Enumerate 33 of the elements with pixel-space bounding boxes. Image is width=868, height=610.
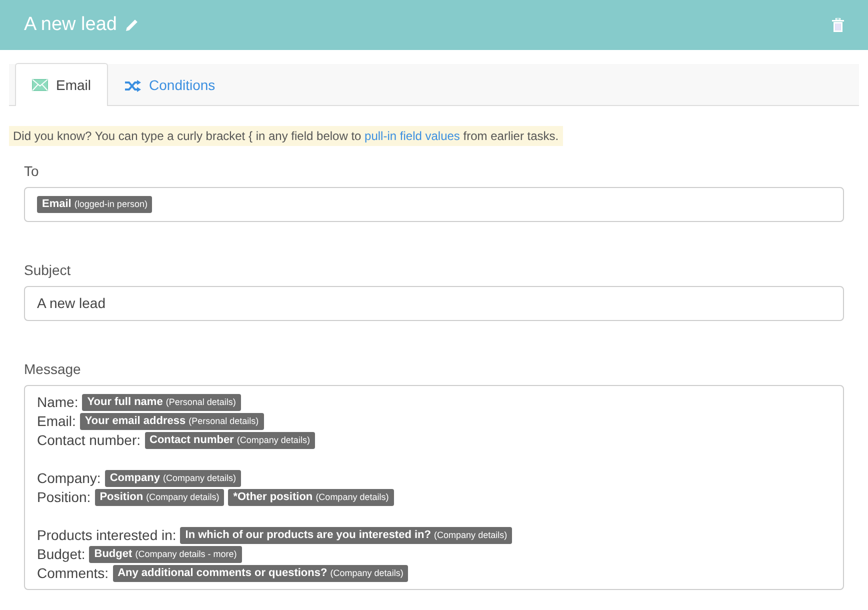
field-label: Subject (24, 261, 72, 280)
field-token[interactable]: Your full name (Personal details) (82, 394, 241, 411)
tab[interactable]: Email (15, 63, 108, 106)
line-label: Position: (37, 488, 91, 507)
field-token[interactable]: Company (Company details) (104, 470, 242, 487)
line-label: Name: (37, 393, 78, 412)
tab[interactable]: Conditions (108, 64, 232, 106)
line-label: Products interested in: (37, 526, 176, 545)
field-token[interactable]: In which of our products are you interested in? (Company details) (180, 527, 512, 544)
delete-icon[interactable] (832, 18, 844, 32)
field-label: To (24, 162, 40, 181)
page-title: A new lead (24, 12, 117, 37)
field-values-link[interactable]: pull-in field values (364, 129, 460, 143)
subject-field[interactable]: A new lead (24, 286, 844, 321)
line-label: Budget: (37, 545, 86, 564)
to-field[interactable]: Email (logged-in person) (24, 187, 844, 222)
line-label: Email: (37, 412, 76, 431)
field-token[interactable]: Any additional comments or questions? (Company details) (112, 565, 408, 582)
line-label: Contact number: (37, 431, 140, 450)
line-label: Company: (37, 469, 101, 488)
field-token[interactable]: Email (logged-in person) (37, 196, 152, 213)
shuffle-icon (125, 80, 142, 92)
hint-text: Did you know? You can type a curly bracket { in any field below to pull-in field values from earlier tasks. (9, 126, 563, 146)
field-token[interactable]: Position (Company details) (94, 489, 224, 506)
field-token[interactable]: *Other position (Company details) (228, 489, 394, 506)
field-token[interactable]: Budget (Company details - more) (89, 546, 242, 563)
line-label: Comments: (37, 564, 109, 583)
field-label: Message (24, 360, 82, 379)
field-token[interactable]: Your email address (Personal details) (80, 413, 264, 430)
edit-icon[interactable] (124, 18, 139, 32)
envelope-icon (32, 79, 48, 91)
message-field[interactable] (24, 385, 844, 590)
field-token[interactable]: Contact number (Company details) (144, 432, 315, 449)
